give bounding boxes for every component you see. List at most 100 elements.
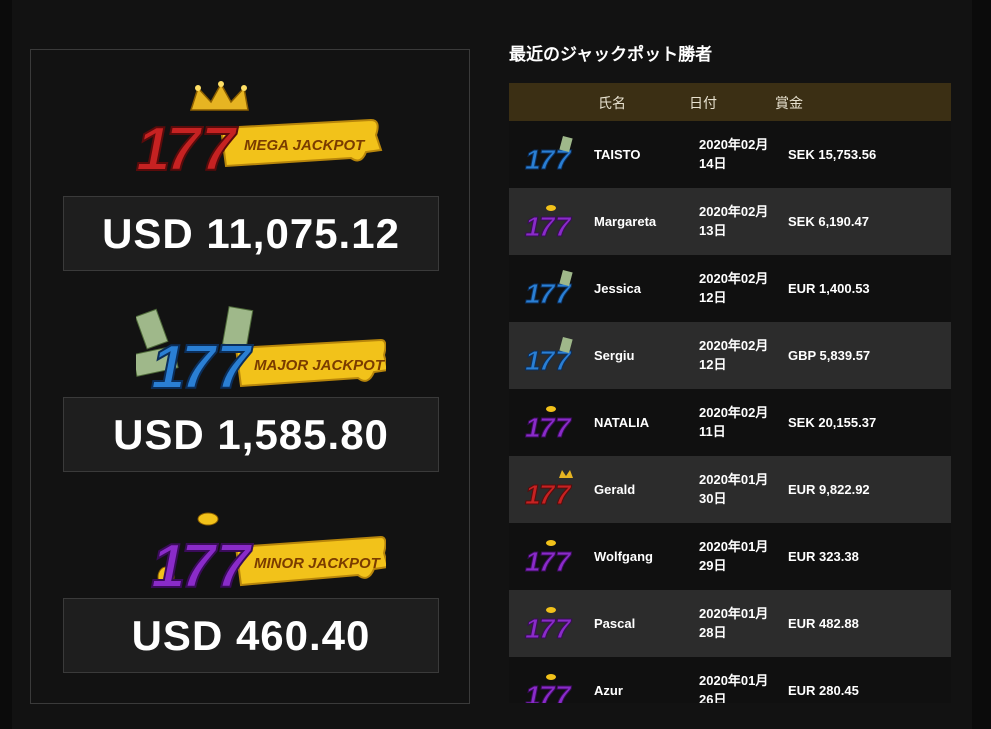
winner-date-line1: 2020年02月 (699, 338, 769, 353)
winners-table: 氏名 日付 賞金 1 7 7 TAISTO 2020年02月 14日 SEK 15,753.… (509, 83, 951, 703)
purple-777-icon: 17 7 (525, 205, 573, 242)
purple-777-icon: 17 7 (525, 540, 573, 577)
winner-date: 2020年01月 29日 (699, 537, 784, 575)
winner-date-line1: 2020年01月 (699, 539, 769, 554)
winner-date: 2020年01月 30日 (699, 470, 784, 508)
winner-date-line1: 2020年01月 (699, 472, 769, 487)
minor-banner-text: MINOR JACKPOT (254, 555, 382, 572)
table-row: 1 7 7 Pascal 2020年01月 28日 EUR 482.88 (509, 590, 951, 657)
winner-date: 2020年02月 12日 (699, 336, 784, 374)
winner-name: TAISTO (594, 147, 641, 162)
major-jackpot-amount: USD 1,585.80 (63, 397, 439, 472)
winner-date: 2020年02月 11日 (699, 403, 784, 441)
minor-jackpot-amount: USD 460.40 (63, 598, 439, 673)
svg-text:7: 7 (181, 333, 218, 400)
purple-777-icon: 17 7 (525, 674, 573, 703)
major-banner-text: MAJOR JACKPOT (254, 357, 386, 374)
winner-date-line2: 11日 (699, 424, 726, 439)
svg-text:7: 7 (539, 278, 556, 309)
winner-date-line1: 2020年02月 (699, 405, 769, 420)
table-row: 1 7 7 Azur 2020年01月 26日 EUR 280.45 (509, 657, 951, 703)
purple-777-icon: 17 7 (150, 531, 254, 602)
table-row: 1 7 7 Wolfgang 2020年01月 29日 EUR 323.38 (509, 523, 951, 590)
winner-prize: EUR 9,822.92 (788, 482, 870, 497)
mega-jackpot-logo: MEGA JACKPOT 17 7 (136, 81, 383, 180)
winner-date-line2: 12日 (699, 290, 727, 305)
svg-text:7: 7 (539, 211, 556, 242)
purple-777-icon: 17 7 (525, 406, 573, 443)
blue-777-icon: 17 7 (525, 135, 573, 175)
winner-date: 2020年02月 12日 (699, 269, 784, 307)
winner-date-line2: 28日 (699, 625, 727, 640)
blue-777-icon: 17 7 (525, 269, 573, 309)
table-row: 1 7 7 Margareta 2020年02月 13日 SEK 6,190.47 (509, 188, 951, 255)
major-jackpot-logo: MAJOR JACKPOT 17 7 (136, 305, 386, 400)
winner-date-line1: 2020年01月 (699, 673, 769, 688)
winner-prize: SEK 20,155.37 (788, 415, 877, 430)
table-row: 1 7 7 Jessica 2020年02月 12日 EUR 1,400.53 (509, 255, 951, 322)
table-header: 氏名 日付 賞金 (509, 83, 951, 121)
winner-date-line2: 12日 (699, 357, 727, 372)
winner-name: Sergiu (594, 348, 635, 363)
svg-text:7: 7 (166, 115, 203, 180)
winner-prize: EUR 1,400.53 (788, 281, 870, 296)
winner-prize: EUR 482.88 (788, 616, 859, 631)
svg-text:7: 7 (539, 412, 556, 443)
table-row: 1 7 7 NATALIA 2020年02月 11日 SEK 20,155.37 (509, 389, 951, 456)
crown-icon (189, 81, 249, 111)
svg-text:7: 7 (555, 680, 572, 703)
table-row: 1 7 7 Sergiu 2020年02月 12日 GBP 5,839.57 (509, 322, 951, 389)
winner-name: Jessica (594, 281, 641, 296)
svg-text:7: 7 (555, 211, 572, 242)
winner-prize: EUR 323.38 (788, 549, 859, 564)
winner-date-line2: 29日 (699, 558, 727, 573)
header-date: 日付 (689, 95, 717, 111)
winner-date: 2020年02月 14日 (699, 135, 784, 173)
winner-prize: GBP 5,839.57 (788, 348, 871, 363)
svg-text:7: 7 (539, 613, 556, 644)
svg-text:7: 7 (539, 144, 556, 175)
header-name: 氏名 (598, 95, 626, 111)
winner-date: 2020年01月 26日 (699, 671, 784, 703)
svg-text:7: 7 (539, 479, 556, 510)
winner-name: Pascal (594, 616, 636, 631)
red-777-icon: 17 7 (136, 114, 239, 180)
svg-text:7: 7 (539, 345, 556, 376)
svg-text:7: 7 (539, 546, 556, 577)
winners-title: 最近のジャックポット勝者 (509, 45, 713, 64)
winner-name: Wolfgang (594, 549, 653, 564)
winner-date: 2020年01月 28日 (699, 604, 784, 642)
red-777-icon: 17 7 (525, 470, 573, 510)
winner-prize: SEK 15,753.56 (788, 147, 877, 162)
svg-text:7: 7 (216, 333, 253, 400)
svg-text:7: 7 (555, 479, 572, 510)
winner-date-line2: 13日 (699, 223, 727, 238)
svg-text:7: 7 (201, 115, 238, 180)
winner-date: 2020年02月 13日 (699, 202, 784, 240)
svg-text:7: 7 (216, 532, 253, 601)
purple-777-icon: 17 7 (525, 607, 573, 644)
winner-date-line1: 2020年02月 (699, 137, 769, 152)
header-prize: 賞金 (775, 95, 803, 111)
minor-jackpot-logo: MINOR JACKPOT 17 7 (150, 512, 386, 602)
winner-date-line2: 14日 (699, 156, 727, 171)
winner-name: Azur (594, 683, 623, 698)
winner-name: NATALIA (594, 415, 650, 430)
winner-prize: SEK 6,190.47 (788, 214, 869, 229)
winner-name: Gerald (594, 482, 636, 497)
jackpot-panel: MEGA JACKPOT 177 USD 11,075.12 MAJOR JAC… (30, 49, 470, 704)
winner-date-line1: 2020年02月 (699, 271, 769, 286)
blue-777-icon: 17 7 (150, 332, 254, 400)
svg-text:7: 7 (181, 532, 218, 601)
winner-prize: EUR 280.45 (788, 683, 859, 698)
winner-name: Margareta (594, 214, 657, 229)
svg-text:7: 7 (555, 546, 572, 577)
table-row: 1 7 7 Gerald 2020年01月 30日 EUR 9,822.92 (509, 456, 951, 523)
winner-date-line2: 30日 (699, 491, 727, 506)
blue-777-icon: 17 7 (525, 336, 573, 376)
winners-rows: 1 7 7 TAISTO 2020年02月 14日 SEK 15,753.56 1 7 7 Marg… (509, 121, 951, 703)
svg-text:7: 7 (555, 613, 572, 644)
svg-text:7: 7 (555, 412, 572, 443)
table-row: 1 7 7 TAISTO 2020年02月 14日 SEK 15,753.56 (509, 121, 951, 188)
mega-jackpot-amount: USD 11,075.12 (63, 196, 439, 271)
